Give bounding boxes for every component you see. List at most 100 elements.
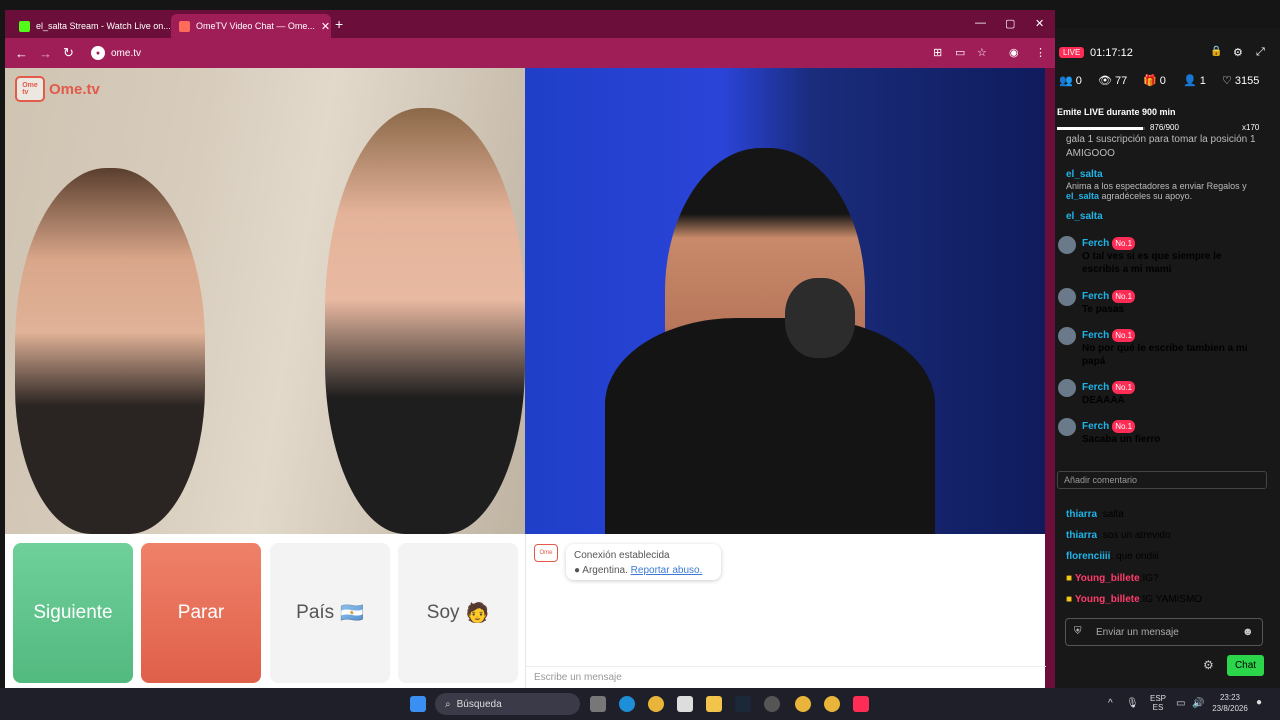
chat-input[interactable]: Escribe un mensaje xyxy=(526,666,1046,688)
stop-button[interactable]: Parar xyxy=(141,543,261,683)
stat-value: 1 xyxy=(1199,74,1206,87)
message-text: salta xyxy=(1102,509,1124,520)
chat-message: el_salta agradéceles su apoyo. xyxy=(1066,190,1266,203)
ometv-chat-icon: Ome xyxy=(534,544,558,562)
self-video xyxy=(525,68,1045,534)
chat-message: Ferch No.1 O tal ves si es que siempre le … xyxy=(1082,237,1262,276)
add-comment-input[interactable]: Añadir comentario xyxy=(1057,471,1267,489)
avatar xyxy=(1058,418,1076,436)
message-user[interactable]: florenciiii xyxy=(1066,551,1110,562)
message-user[interactable]: thiarra xyxy=(1066,509,1097,520)
message-text: IG YAMISMO xyxy=(1142,594,1203,605)
message-user[interactable]: Ferch xyxy=(1082,382,1109,393)
message-user[interactable]: Ferch xyxy=(1082,330,1109,341)
clock-time[interactable]: 23:23 xyxy=(1212,693,1248,702)
tab-kick-stream[interactable]: el_salta Stream - Watch Live on... ✕ xyxy=(11,14,171,38)
minimize-icon[interactable]: — xyxy=(975,17,986,29)
menu-icon[interactable]: ⋮ xyxy=(1035,46,1046,59)
message-user[interactable]: el_salta xyxy=(1066,191,1099,201)
tab-title: el_salta Stream - Watch Live on... xyxy=(36,21,171,31)
live-badge: LIVE xyxy=(1059,47,1085,58)
url-field[interactable]: ● ome.tv xyxy=(91,46,141,60)
maximize-icon[interactable]: ▢ xyxy=(1005,17,1015,30)
tiktok-icon[interactable] xyxy=(853,696,869,712)
gender-label: Soy xyxy=(426,602,460,623)
lock-icon[interactable]: 🔒 xyxy=(1210,46,1222,57)
message-text: AMIGOOO xyxy=(1066,148,1115,159)
ometv-logo-icon: Ome tv xyxy=(15,76,45,102)
profile-icon[interactable]: ◉ xyxy=(1009,46,1019,59)
rank-badge: No.1 xyxy=(1112,381,1136,394)
chat-send-button[interactable]: Chat xyxy=(1227,655,1264,676)
start-icon[interactable] xyxy=(410,696,426,712)
close-window-icon[interactable]: ✕ xyxy=(1035,17,1044,30)
tray-chevron-icon[interactable]: ^ xyxy=(1108,698,1113,709)
message-user[interactable]: Ferch xyxy=(1082,291,1109,302)
close-tab-icon[interactable]: ✕ xyxy=(321,20,330,33)
address-bar: ← → ↻ ● ome.tv xyxy=(5,38,1055,68)
chat-settings-icon[interactable]: ⚙ xyxy=(1203,658,1214,672)
gender-button[interactable]: Soy 🧑 xyxy=(398,543,518,683)
emoji-icon[interactable]: ☻ xyxy=(1242,626,1254,638)
send-message-input[interactable]: Enviar un mensaje xyxy=(1065,618,1263,646)
clock-date[interactable]: 23/8/2026 xyxy=(1210,704,1250,713)
ometv-tab-icon xyxy=(179,20,190,32)
message-user[interactable]: Ferch xyxy=(1082,421,1109,432)
stat-value: 3155 xyxy=(1234,74,1260,87)
new-tab-button[interactable]: + xyxy=(335,16,343,32)
stat-follows: 👤 1 xyxy=(1183,74,1206,88)
streamer-shirt xyxy=(605,318,935,534)
rank-badge: No.1 xyxy=(1112,329,1136,342)
back-icon[interactable]: ← xyxy=(15,46,29,61)
chat-message: AMIGOOO xyxy=(1066,147,1266,160)
tab-title: OmeTV Video Chat — Ome... xyxy=(196,21,315,31)
text-chat-pane: Ome Conexión establecida ● Argentina. Re… xyxy=(525,534,1046,688)
notifications-icon[interactable]: ● xyxy=(1256,697,1262,708)
folder-icon[interactable] xyxy=(706,696,722,712)
goal-title: Emite LIVE durante 900 min xyxy=(1057,107,1176,117)
badge-icon: ■ xyxy=(1066,573,1073,584)
microphone-icon[interactable]: 🎙 xyxy=(1126,698,1139,709)
message-user[interactable]: el_salta xyxy=(1066,169,1103,180)
translate-icon[interactable]: ⊞ xyxy=(933,46,942,59)
chat-message: thiarra: salta xyxy=(1066,509,1124,520)
tab-ometv[interactable]: OmeTV Video Chat — Ome... ✕ xyxy=(171,14,331,38)
settings-icon[interactable]: ⚙ xyxy=(1233,46,1243,59)
volume-icon[interactable]: 🔊 xyxy=(1192,698,1204,709)
stop-label: Parar xyxy=(177,602,225,623)
chrome-icon[interactable] xyxy=(824,696,840,712)
country-button[interactable]: País 🇦🇷 xyxy=(270,543,390,683)
edge-icon[interactable] xyxy=(619,696,635,712)
control-panel: Siguiente Parar País 🇦🇷 Soy 🧑 xyxy=(5,534,525,688)
steam-icon[interactable] xyxy=(735,696,751,712)
stat-value: 0 xyxy=(1075,74,1082,87)
message-user[interactable]: Young_billete xyxy=(1075,573,1140,584)
next-button[interactable]: Siguiente xyxy=(13,543,133,683)
next-label: Siguiente xyxy=(33,602,113,623)
store-icon[interactable] xyxy=(677,696,693,712)
connection-text: Conexión establecida xyxy=(574,550,670,561)
task-view-icon[interactable] xyxy=(590,696,606,712)
chrome-icon[interactable] xyxy=(795,696,811,712)
person-left xyxy=(15,168,205,534)
language-indicator[interactable]: ESP ES xyxy=(1147,694,1169,712)
kick-icon xyxy=(19,20,30,32)
report-abuse-link[interactable]: Reportar abuso. xyxy=(631,565,703,576)
eye-icon: 👁 xyxy=(1098,75,1112,87)
taskbar-search[interactable]: ⌕ Búsqueda xyxy=(435,693,580,715)
fullscreen-icon[interactable]: ⤢ xyxy=(1256,46,1265,59)
connection-message: Conexión establecida ● Argentina. Report… xyxy=(566,544,721,580)
reload-icon[interactable]: ↻ xyxy=(63,45,77,61)
cast-icon[interactable]: ▭ xyxy=(955,46,965,59)
message-user[interactable]: el_salta xyxy=(1066,211,1103,222)
message-user[interactable]: Young_billete xyxy=(1075,594,1140,605)
obs-icon[interactable] xyxy=(764,696,780,712)
country-text: Argentina. xyxy=(582,565,628,576)
network-icon[interactable]: ▭ xyxy=(1176,698,1185,709)
forward-icon[interactable]: → xyxy=(39,46,53,61)
message-user[interactable]: thiarra xyxy=(1066,530,1097,541)
goal-progress: 876/900 xyxy=(1150,123,1179,132)
bookmark-star-icon[interactable]: ☆ xyxy=(977,46,987,59)
chrome-icon[interactable] xyxy=(648,696,664,712)
message-user[interactable]: Ferch xyxy=(1082,238,1109,249)
